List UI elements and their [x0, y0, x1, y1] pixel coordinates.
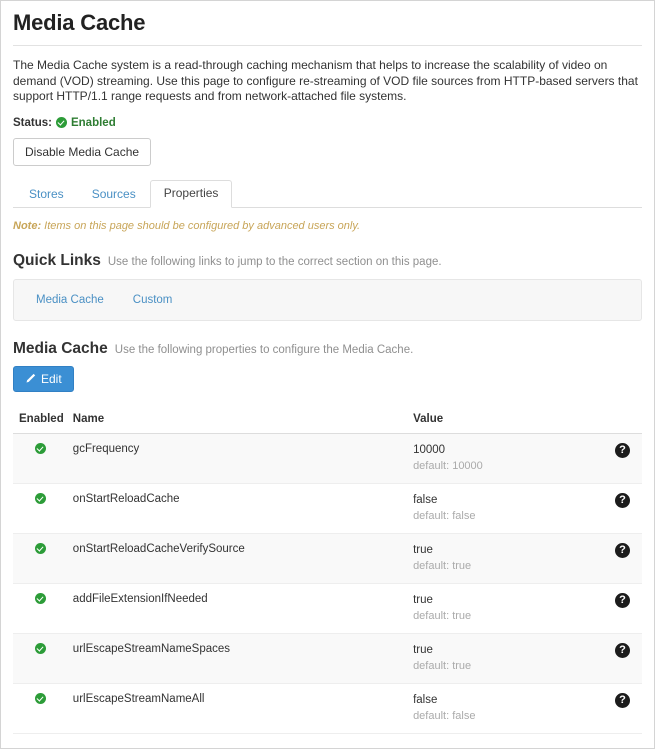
- row-value: 10000: [413, 443, 446, 456]
- quick-links-subtitle: Use the following links to jump to the c…: [107, 255, 442, 268]
- tab-stores[interactable]: Stores: [15, 181, 78, 208]
- column-header-value: Value: [413, 406, 599, 434]
- tab-sources[interactable]: Sources: [78, 181, 150, 208]
- row-value-cell: false default: false: [413, 483, 599, 533]
- row-default: default: true: [413, 559, 472, 572]
- row-default: default: 10000: [413, 459, 483, 472]
- row-name-cell: gcFrequency: [72, 442, 140, 455]
- help-icon[interactable]: ?: [615, 442, 630, 458]
- quick-link-custom[interactable]: Custom: [133, 294, 173, 306]
- note-prefix: Note:: [13, 219, 42, 232]
- table-row: gcFrequency 10000 default: 10000 ?: [13, 433, 642, 483]
- row-name-cell: urlEscapeStreamNameSpaces: [72, 642, 231, 655]
- help-icon[interactable]: ?: [615, 492, 630, 508]
- media-cache-page: Media Cache The Media Cache system is a …: [0, 0, 655, 749]
- table-row: urlEscapeStreamNameAll false default: fa…: [13, 683, 642, 733]
- row-name-cell: onStartReloadCache: [72, 492, 180, 505]
- row-value: true: [413, 643, 433, 656]
- intro-paragraph: The Media Cache system is a read-through…: [13, 58, 638, 103]
- check-circle-icon: [35, 492, 46, 504]
- check-circle-icon: [35, 692, 46, 704]
- note-text: Items on this page should be configured …: [41, 219, 361, 232]
- row-help-cell: ?: [599, 533, 642, 583]
- help-icon[interactable]: ?: [615, 592, 630, 608]
- help-icon[interactable]: ?: [615, 692, 630, 708]
- row-name-cell: onStartReloadCacheVerifySource: [72, 542, 245, 555]
- column-header-name: Name: [72, 406, 414, 434]
- table-row: addFileExtensionIfNeeded true default: t…: [13, 583, 642, 633]
- help-icon[interactable]: ?: [615, 642, 630, 658]
- status-line: Status: Enabled: [13, 116, 642, 130]
- row-enabled-cell: [13, 433, 73, 483]
- row-value: false: [413, 493, 438, 506]
- row-default: default: false: [413, 509, 476, 522]
- row-enabled-cell: [13, 683, 73, 733]
- pencil-icon: [25, 373, 36, 384]
- media-cache-properties-table: Enabled Name Value gcFrequency 10000 def…: [13, 406, 642, 734]
- table-row: onStartReloadCacheVerifySource true defa…: [13, 533, 642, 583]
- media-cache-subtitle: Use the following properties to configur…: [114, 343, 414, 356]
- quick-links-box: Media Cache Custom: [13, 278, 642, 321]
- row-help-cell: ?: [599, 633, 642, 683]
- row-value-cell: true default: true: [413, 633, 599, 683]
- table-header-row: Enabled Name Value: [13, 406, 642, 434]
- quick-link-media-cache[interactable]: Media Cache: [36, 294, 104, 306]
- media-cache-edit-button[interactable]: Edit: [13, 365, 74, 392]
- row-enabled-cell: [13, 583, 73, 633]
- row-name-cell: urlEscapeStreamNameAll: [72, 692, 205, 705]
- row-help-cell: ?: [599, 683, 642, 733]
- row-default: default: true: [413, 609, 472, 622]
- status-label: Status:: [13, 116, 52, 129]
- row-value-cell: true default: true: [413, 583, 599, 633]
- check-circle-icon: [55, 117, 67, 128]
- tab-bar: Stores Sources Properties: [13, 179, 642, 208]
- row-enabled-cell: [13, 633, 73, 683]
- row-value: true: [413, 543, 433, 556]
- status-value: Enabled: [70, 116, 116, 129]
- row-value-cell: false default: false: [413, 683, 599, 733]
- row-value-cell: true default: true: [413, 533, 599, 583]
- row-value: true: [413, 593, 433, 606]
- page-title: Media Cache: [13, 10, 146, 35]
- column-header-enabled: Enabled: [13, 406, 73, 434]
- media-cache-heading: Media Cache: [13, 339, 108, 357]
- row-enabled-cell: [13, 533, 73, 583]
- row-help-cell: ?: [599, 433, 642, 483]
- check-circle-icon: [35, 442, 46, 454]
- check-circle-icon: [35, 592, 46, 604]
- row-value-cell: 10000 default: 10000: [413, 433, 599, 483]
- row-default: default: false: [413, 709, 476, 722]
- row-name-cell: addFileExtensionIfNeeded: [72, 592, 208, 605]
- help-icon[interactable]: ?: [615, 542, 630, 558]
- column-header-help: [598, 406, 642, 434]
- row-help-cell: ?: [599, 583, 642, 633]
- title-divider: [13, 45, 642, 46]
- quick-links-header: Quick Links Use the following links to j…: [13, 251, 642, 270]
- media-cache-section-header: Media Cache Use the following properties…: [13, 339, 642, 358]
- advanced-users-note: Note: Items on this page should be confi…: [13, 219, 642, 233]
- media-cache-edit-label: Edit: [41, 371, 62, 386]
- check-circle-icon: [35, 642, 46, 654]
- table-row: urlEscapeStreamNameSpaces true default: …: [13, 633, 642, 683]
- disable-media-cache-button[interactable]: Disable Media Cache: [13, 137, 152, 166]
- tab-properties[interactable]: Properties: [149, 179, 233, 208]
- row-value: false: [413, 693, 438, 706]
- quick-links-heading: Quick Links: [13, 251, 101, 269]
- check-circle-icon: [35, 542, 46, 554]
- table-row: onStartReloadCache false default: false …: [13, 483, 642, 533]
- row-default: default: true: [413, 659, 472, 672]
- row-enabled-cell: [13, 483, 73, 533]
- row-help-cell: ?: [599, 483, 642, 533]
